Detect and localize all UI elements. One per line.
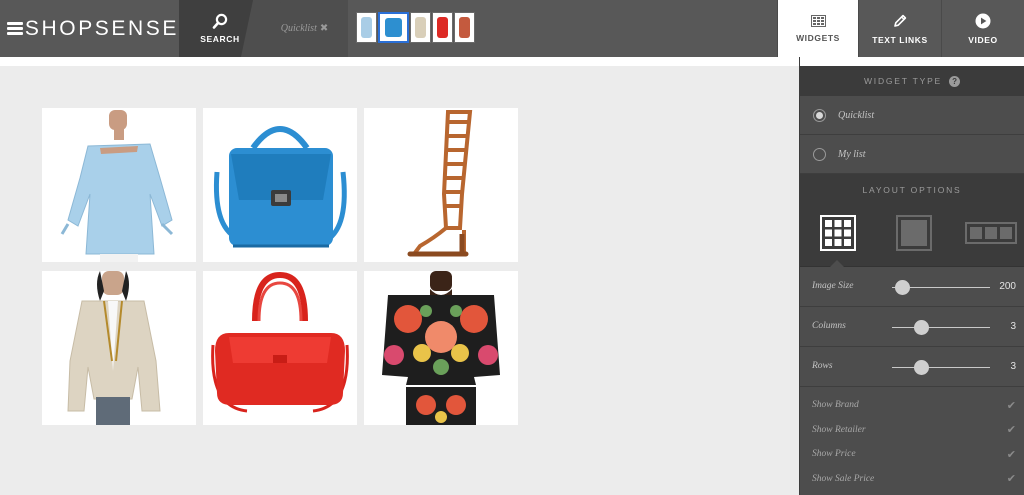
blue-satchel-bag-image [213, 126, 347, 248]
display-option-row[interactable]: Show Price ✔ [800, 442, 1024, 467]
red-bag-thumb[interactable] [432, 12, 453, 43]
top-bar: SHOPSENSE SEARCH Quicklist ✖ WIDGETS TEX… [0, 0, 1024, 57]
slider-track[interactable] [892, 327, 990, 328]
tab-text-links[interactable]: TEXT LINKS [858, 0, 941, 57]
check-icon[interactable]: ✔ [1007, 399, 1016, 412]
tab-video[interactable]: VIDEO [941, 0, 1024, 57]
product-tile-beige-blazer[interactable] [42, 271, 196, 425]
product-tile-floral-crop-top[interactable] [364, 271, 518, 425]
slider-value: 3 [1010, 361, 1016, 372]
layout-options-header: LAYOUT OPTIONS [800, 174, 1024, 205]
check-icon[interactable]: ✔ [1007, 423, 1016, 436]
tab-widgets-label: WIDGETS [796, 32, 840, 43]
product-grid [42, 108, 518, 425]
slider-row: Rows 3 [800, 347, 1024, 387]
display-option-row[interactable]: Show Sale Price ✔ [800, 467, 1024, 492]
slider-row: Image Size 200 [800, 267, 1024, 307]
my-list-option-label: My list [838, 148, 866, 160]
row-layout-icon [965, 222, 1017, 244]
slider-group: Image Size 200 Columns 3 Rows 3 [800, 267, 1024, 387]
slider-row: Columns 3 [800, 307, 1024, 347]
quicklist-tab[interactable]: Quicklist ✖ [261, 0, 348, 57]
widget-settings-panel: WIDGET TYPE ? Quicklist My list LAYOUT O… [799, 57, 1024, 495]
single-layout-icon [896, 215, 932, 251]
my-list-radio[interactable] [813, 147, 826, 161]
product-tile-blue-satchel-bag[interactable] [203, 108, 357, 262]
display-option-row[interactable]: Show Retailer ✔ [800, 418, 1024, 443]
widget-type-title: WIDGET TYPE [863, 76, 943, 86]
display-option-label: Show Price [812, 449, 856, 460]
light-blue-top-thumb[interactable] [356, 12, 377, 43]
product-tile-red-tote-bag[interactable] [203, 271, 357, 425]
slider-knob[interactable] [914, 320, 930, 335]
blue-bag-thumb[interactable] [378, 12, 409, 43]
brand-name: SHOPSENSE [24, 16, 179, 40]
layout-row-option[interactable] [965, 215, 1017, 251]
beige-blazer-image [67, 271, 161, 425]
slider-label: Image Size [812, 281, 854, 291]
blazer-thumb-swatch [414, 17, 427, 38]
display-options: Show Brand ✔ Show Retailer ✔ Show Price ✔ Show… [800, 393, 1024, 491]
slider-label: Columns [812, 321, 846, 331]
widget-type-my-list[interactable]: My list [800, 135, 1024, 174]
off-shoulder-blue-top-image [60, 110, 174, 262]
layout-choices [800, 205, 1024, 267]
play-icon [975, 13, 991, 28]
product-tile-gladiator-sandal[interactable] [364, 108, 518, 262]
product-tile-off-shoulder-blue-top[interactable] [42, 108, 196, 262]
widget-type-quicklist[interactable]: Quicklist [800, 96, 1024, 135]
display-option-label: Show Sale Price [812, 473, 875, 484]
layout-single-option[interactable] [896, 215, 932, 251]
help-icon[interactable]: ? [949, 75, 961, 87]
quicklist-label: Quicklist [280, 23, 317, 34]
canvas-top-strip [0, 57, 799, 66]
quicklist-thumbnails [356, 12, 475, 43]
blazer-thumb[interactable] [410, 12, 431, 43]
slider-track[interactable] [892, 367, 990, 368]
check-icon[interactable]: ✔ [1007, 448, 1016, 461]
layout-selected-pointer [830, 260, 844, 267]
blue-bag-thumb-swatch [385, 18, 402, 37]
search-label: SEARCH [200, 34, 240, 44]
display-option-row[interactable]: Show Brand ✔ [800, 393, 1024, 418]
search-icon [212, 13, 228, 29]
widget-preview-area [0, 57, 799, 495]
slider-label: Rows [812, 361, 833, 371]
quicklist-close-icon[interactable]: ✖ [320, 23, 328, 34]
panel-top-strip [800, 57, 1024, 66]
hamburger-menu-icon[interactable] [7, 22, 23, 35]
floral-top-thumb-swatch [458, 17, 471, 38]
nav-tabs: WIDGETS TEXT LINKS VIDEO [777, 0, 1024, 57]
slider-value: 3 [1010, 321, 1016, 332]
quicklist-option-label: Quicklist [838, 109, 875, 121]
pencil-icon [894, 14, 907, 27]
layout-options-title: LAYOUT OPTIONS [862, 184, 962, 195]
tab-widgets[interactable]: WIDGETS [777, 0, 858, 57]
red-bag-thumb-swatch [436, 17, 449, 38]
floral-crop-top-image [382, 271, 500, 425]
check-icon[interactable]: ✔ [1007, 472, 1016, 485]
display-option-label: Show Retailer [812, 424, 866, 435]
light-blue-top-thumb-swatch [360, 17, 373, 38]
widget-type-header: WIDGET TYPE ? [800, 66, 1024, 96]
layout-grid-option[interactable] [820, 215, 856, 251]
tab-video-label: VIDEO [968, 34, 998, 45]
floral-top-thumb[interactable] [454, 12, 475, 43]
slider-knob[interactable] [914, 360, 930, 375]
tab-text-links-label: TEXT LINKS [872, 34, 928, 45]
slider-value: 200 [999, 281, 1016, 292]
brand[interactable]: SHOPSENSE [0, 0, 179, 57]
slider-knob[interactable] [894, 280, 910, 295]
grid-layout-icon [820, 215, 856, 251]
display-option-label: Show Brand [812, 400, 859, 411]
widgets-grid-icon [810, 14, 826, 27]
quicklist-radio[interactable] [813, 108, 826, 122]
gladiator-sandal-image [407, 110, 473, 257]
red-tote-bag-image [211, 271, 349, 413]
